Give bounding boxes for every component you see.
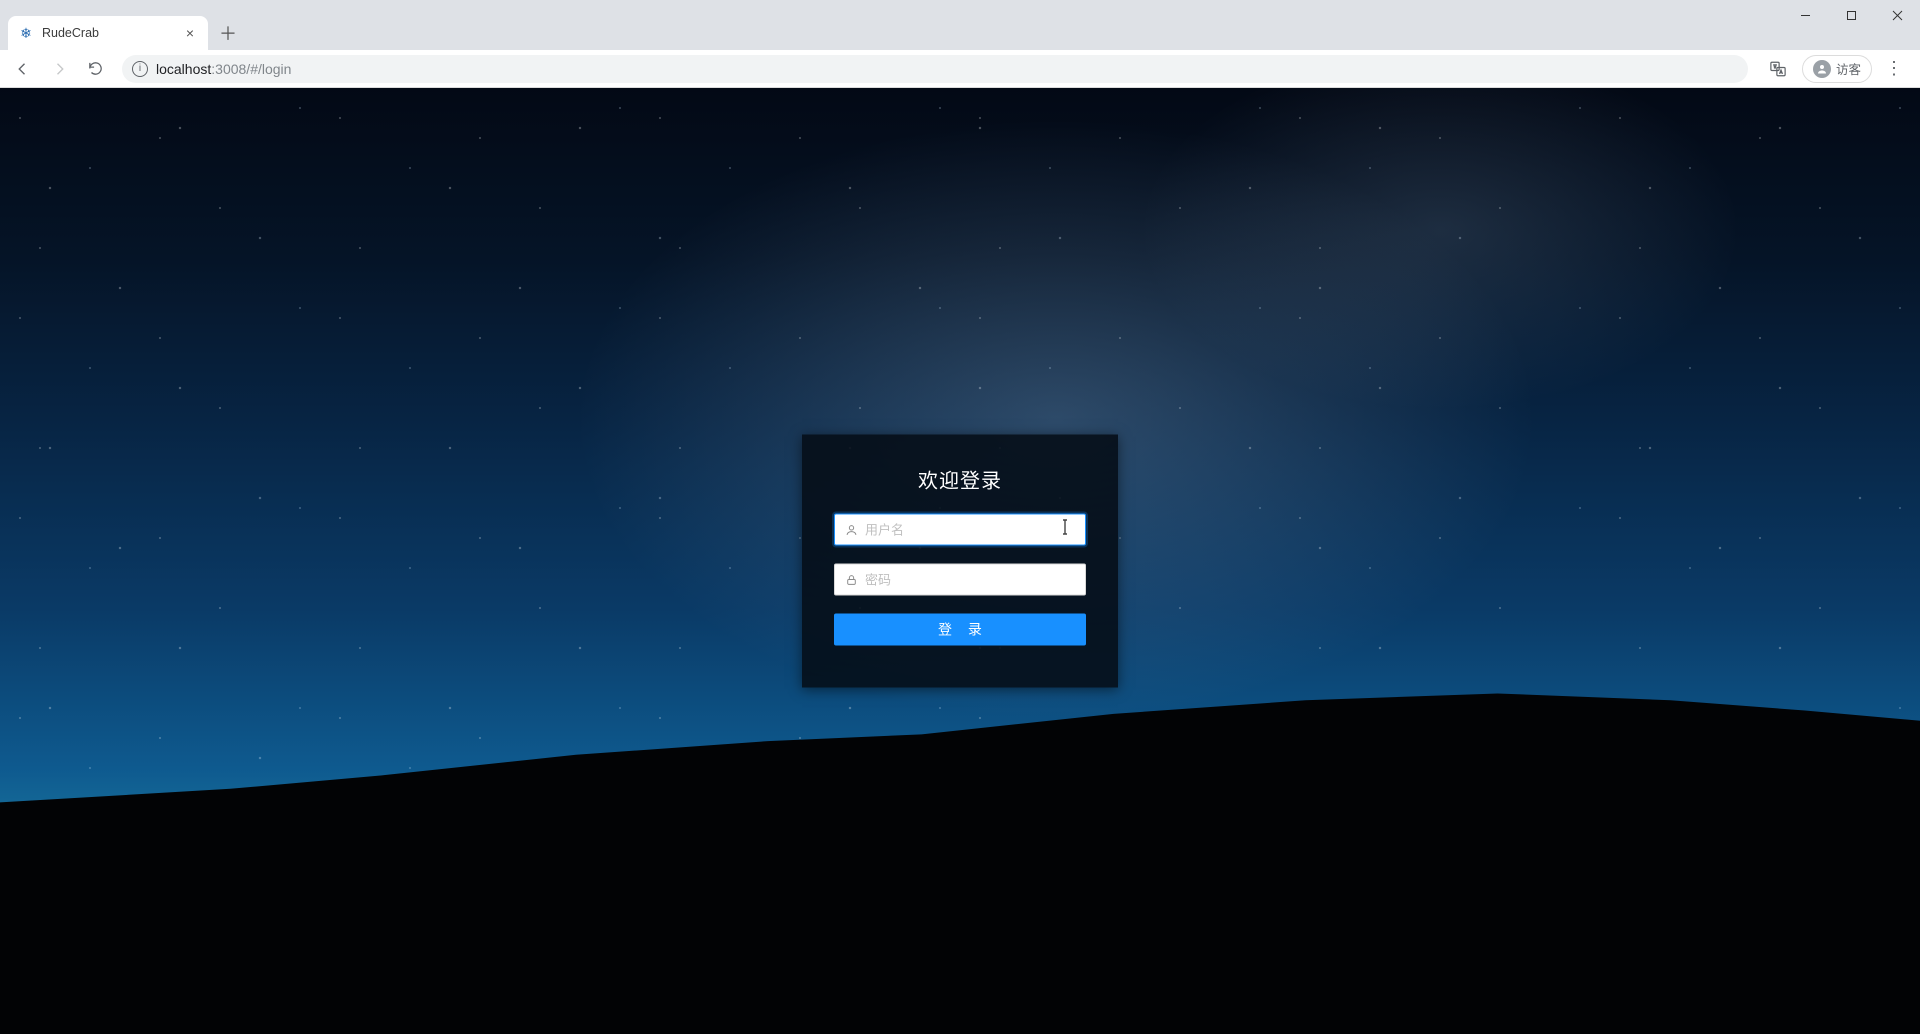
- toolbar-right-icons: 访客 ⋮: [1754, 55, 1912, 83]
- address-bar[interactable]: i localhost:3008/#/login: [122, 55, 1748, 83]
- profile-chip[interactable]: 访客: [1802, 55, 1872, 83]
- username-field: [834, 514, 1086, 546]
- profile-label: 访客: [1836, 59, 1861, 78]
- login-card: 欢迎登录 登 录: [802, 435, 1118, 688]
- avatar-icon: [1813, 60, 1831, 78]
- browser-toolbar: i localhost:3008/#/login 访客 ⋮: [0, 50, 1920, 88]
- browser-menu-button[interactable]: ⋮: [1882, 58, 1906, 79]
- lock-icon: [844, 573, 858, 587]
- nav-forward-button[interactable]: [44, 54, 74, 84]
- new-tab-button[interactable]: ＋: [214, 19, 242, 47]
- address-text: localhost:3008/#/login: [156, 61, 1738, 77]
- window-maximize-button[interactable]: [1828, 0, 1874, 30]
- page-viewport: 欢迎登录 登 录: [0, 88, 1920, 1034]
- arrow-left-icon: [14, 60, 32, 78]
- password-input[interactable]: [834, 564, 1086, 596]
- window-minimize-button[interactable]: [1782, 0, 1828, 30]
- translate-button[interactable]: [1764, 55, 1792, 83]
- tab-favicon-icon: ❄: [18, 25, 34, 41]
- tab-title: RudeCrab: [42, 26, 174, 40]
- arrow-right-icon: [50, 60, 68, 78]
- minimize-icon: [1800, 10, 1811, 21]
- text-cursor-icon: [1060, 518, 1070, 541]
- maximize-icon: [1846, 10, 1857, 21]
- login-submit-button[interactable]: 登 录: [834, 614, 1086, 646]
- window-controls: [1782, 0, 1920, 30]
- reload-icon: [87, 60, 104, 77]
- window-close-button[interactable]: [1874, 0, 1920, 30]
- username-input[interactable]: [834, 514, 1086, 546]
- address-host: localhost: [156, 61, 211, 77]
- address-path: :3008/#/login: [211, 61, 291, 77]
- translate-icon: [1769, 60, 1787, 78]
- nav-back-button[interactable]: [8, 54, 38, 84]
- browser-tab-strip-area: ❄ RudeCrab × ＋: [0, 0, 1920, 50]
- login-title: 欢迎登录: [834, 465, 1086, 494]
- tab-strip: ❄ RudeCrab × ＋: [0, 16, 242, 50]
- close-icon: [1892, 10, 1903, 21]
- password-field: [834, 564, 1086, 596]
- tab-close-icon[interactable]: ×: [182, 25, 198, 41]
- nav-reload-button[interactable]: [80, 54, 110, 84]
- browser-tab-active[interactable]: ❄ RudeCrab ×: [8, 16, 208, 50]
- horizon-silhouette: [0, 693, 1920, 1034]
- site-info-icon[interactable]: i: [132, 61, 148, 77]
- user-icon: [844, 523, 858, 537]
